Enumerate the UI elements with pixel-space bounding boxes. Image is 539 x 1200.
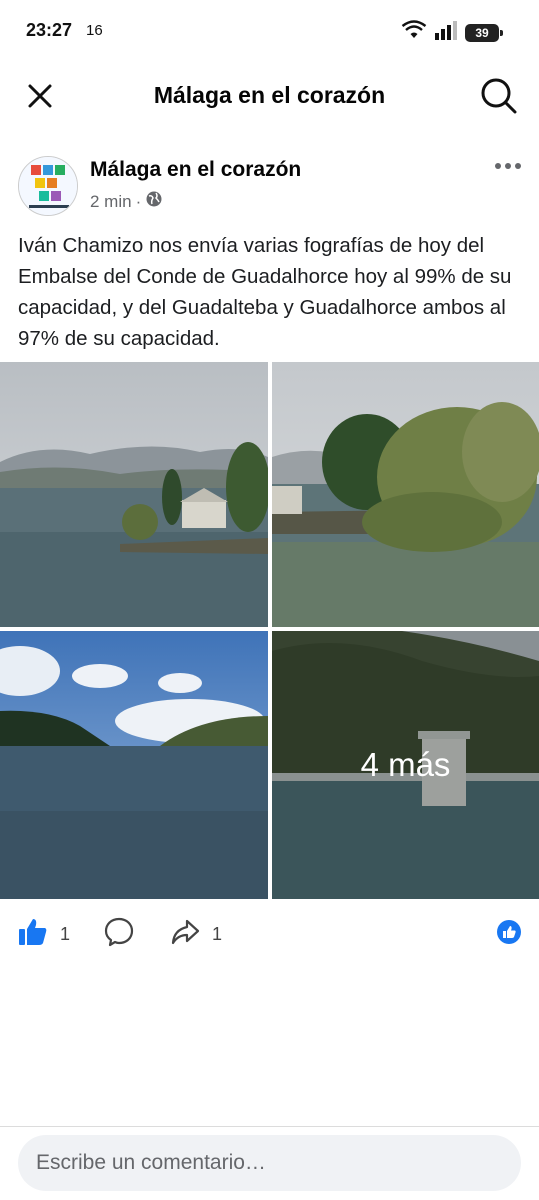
- post-photo-2[interactable]: [272, 362, 539, 627]
- like-count: 1: [60, 924, 71, 944]
- more-photos-overlay[interactable]: 4 más: [272, 631, 539, 899]
- comment-input[interactable]: [18, 1135, 521, 1191]
- more-options-icon[interactable]: [493, 154, 523, 178]
- status-extra: 16: [86, 22, 103, 39]
- like-button[interactable]: 1: [18, 917, 70, 952]
- top-bar: Málaga en el corazón: [0, 60, 539, 130]
- meta-separator: ·: [135, 191, 142, 211]
- share-count: 1: [212, 924, 223, 944]
- post-photo-1[interactable]: [0, 362, 268, 627]
- reaction-like-icon[interactable]: [497, 920, 521, 949]
- share-button[interactable]: 1: [170, 917, 222, 952]
- post-photo-3[interactable]: [0, 631, 268, 899]
- share-icon: [170, 917, 200, 952]
- comment-icon: [104, 917, 134, 952]
- page-title: Málaga en el corazón: [153, 82, 386, 108]
- post-photo-4[interactable]: 4 más: [272, 631, 539, 899]
- comment-bar: [0, 1126, 539, 1200]
- status-icons: 39: [401, 20, 503, 45]
- wifi-icon: [401, 20, 427, 45]
- search-icon[interactable]: [479, 76, 519, 116]
- signal-icon: [435, 20, 457, 45]
- thumbs-up-icon: [18, 917, 48, 952]
- post-actions: 1 1: [0, 912, 539, 958]
- post-meta: 2 min ·: [90, 190, 163, 213]
- battery-icon: 39: [465, 23, 503, 42]
- page-name[interactable]: Málaga en el corazón: [90, 158, 301, 182]
- post-header: Málaga en el corazón 2 min ·: [0, 150, 539, 225]
- post-time: 2 min: [90, 191, 132, 211]
- status-bar: 23:27 16 39: [0, 0, 539, 60]
- avatar[interactable]: [18, 156, 78, 216]
- post-text: Iván Chamizo nos envía varias fografías …: [18, 234, 512, 350]
- comment-button[interactable]: [104, 917, 134, 952]
- status-time: 23:27: [26, 20, 73, 40]
- globe-icon: [145, 190, 163, 213]
